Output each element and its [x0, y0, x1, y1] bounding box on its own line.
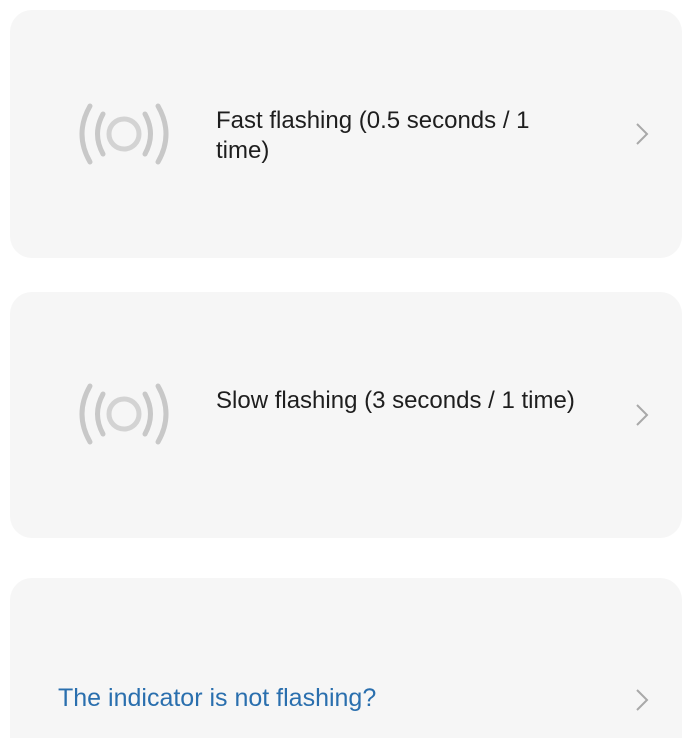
option-label: Fast flashing (0.5 seconds / 1 time)	[216, 107, 530, 164]
chevron-right-icon	[632, 686, 652, 714]
help-link-label: The indicator is not flashing?	[58, 684, 377, 712]
signal-waves-icon	[68, 98, 180, 170]
option-slow-flashing[interactable]: Slow flashing (3 seconds / 1 time)	[10, 292, 682, 538]
chevron-right-icon	[632, 120, 652, 148]
chevron-right-icon	[632, 401, 652, 429]
not-flashing-help-link[interactable]: The indicator is not flashing?	[10, 578, 682, 738]
option-label: Slow flashing (3 seconds / 1 time)	[216, 387, 575, 414]
signal-waves-icon	[68, 378, 180, 450]
option-fast-flashing[interactable]: Fast flashing (0.5 seconds / 1 time)	[10, 10, 682, 258]
indicator-status-screen: Fast flashing (0.5 seconds / 1 time) Slo…	[0, 0, 682, 738]
